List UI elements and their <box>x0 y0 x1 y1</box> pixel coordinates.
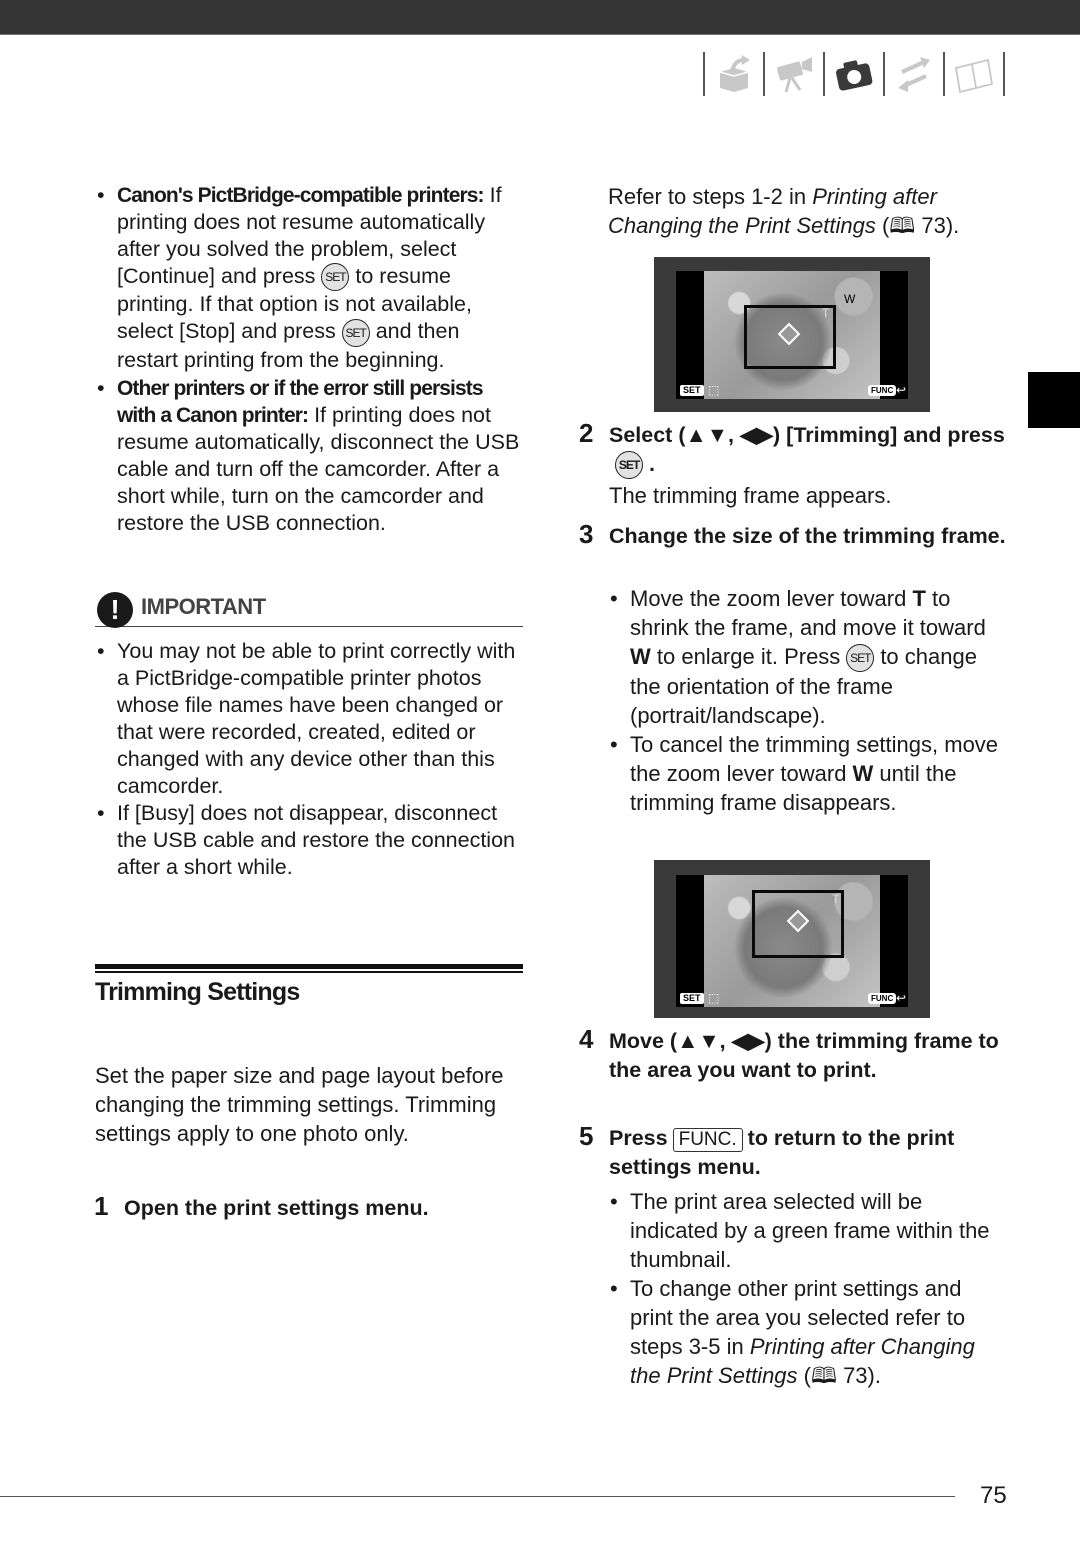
list-item: To cancel the trimming settings, move th… <box>608 730 1008 817</box>
wide-marker: W <box>844 292 856 306</box>
step-2: 2 Select (▲▼, ◀▶) [Trimming] and pressSE… <box>579 419 1009 510</box>
left-column: Canon's PictBridge-compatible printers: … <box>95 182 525 537</box>
section-rule <box>95 971 523 973</box>
lcd-screenshot-2: T SET ⬚ FUNC ↩ <box>654 860 930 1018</box>
step-3: 3 Change the size of the trimming frame. <box>579 519 1006 549</box>
return-icon: ↩ <box>896 991 907 1005</box>
list-item: Canon's PictBridge-compatible printers: … <box>95 182 525 374</box>
orientation-icon: ⬚ <box>708 383 720 397</box>
step-number: 5 <box>579 1121 594 1151</box>
page-number: 75 <box>980 1482 1007 1509</box>
box-arrow-icon[interactable] <box>705 52 763 96</box>
book-icon: 🕮 <box>889 213 916 238</box>
important-list: You may not be able to print correctly w… <box>95 638 525 881</box>
step-1: 1 Open the print settings menu. <box>94 1192 524 1223</box>
orientation-icon: ⬚ <box>708 991 720 1005</box>
list-item: Other printers or if the error still per… <box>95 375 525 537</box>
osd-func-label: FUNC <box>868 993 897 1004</box>
photo-camera-icon[interactable] <box>825 52 883 96</box>
movie-camera-icon[interactable] <box>765 52 823 96</box>
section-rule <box>95 964 523 969</box>
osd-func-label: FUNC <box>868 385 897 396</box>
section-intro: Set the paper size and page layout befor… <box>95 1063 504 1146</box>
osd-set-label: SET <box>680 993 704 1004</box>
chapter-nav <box>703 52 1005 96</box>
set-button-icon: SET <box>341 318 370 347</box>
step-description: The trimming frame appears. <box>609 483 892 509</box>
chapter-tab-marker <box>1028 372 1080 428</box>
tele-marker: T <box>822 306 830 320</box>
important-label: IMPORTANT <box>141 594 266 619</box>
set-button-icon: SET <box>846 644 875 673</box>
exclamation-icon: ! <box>97 592 133 628</box>
return-icon: ↩ <box>896 383 907 397</box>
step-text: Open the print settings menu. <box>124 1196 429 1220</box>
book-icon: 🕮 <box>811 1363 837 1388</box>
transfer-arrows-icon[interactable] <box>885 52 943 96</box>
list-item: If [Busy] does not disappear, disconnect… <box>95 800 525 881</box>
set-button-icon: SET <box>615 451 643 480</box>
tele-marker: T <box>832 892 840 906</box>
step-number: 2 <box>579 418 594 448</box>
func-button-icon: FUNC. <box>672 1128 743 1152</box>
lcd-screenshot-1: W T SET ⬚ FUNC ↩ <box>654 257 930 412</box>
step-number: 4 <box>579 1024 594 1054</box>
section-title: Trimming Settings <box>95 978 300 1006</box>
header-bar <box>0 0 1080 35</box>
osd-set-label: SET <box>680 385 704 396</box>
footer-rule <box>0 1496 955 1497</box>
step-number: 3 <box>579 519 594 549</box>
step-number: 1 <box>94 1191 109 1221</box>
set-button-icon: SET <box>321 263 350 292</box>
open-book-icon[interactable] <box>945 52 1003 96</box>
refer-text: Refer to steps 1-2 in Printing after Cha… <box>608 184 960 238</box>
step-4: 4 Move (▲▼, ◀▶) the trimming frame to th… <box>579 1024 999 1083</box>
bullet-heading: Canon's PictBridge-compatible printers: <box>117 184 485 207</box>
list-item: Move the zoom lever toward T to shrink t… <box>608 584 1008 730</box>
list-item: You may not be able to print correctly w… <box>95 638 525 800</box>
step-5-notes: The print area selected will be indicate… <box>608 1187 1008 1390</box>
nav-separator <box>1003 52 1005 96</box>
list-item: To change other print settings and print… <box>608 1274 1008 1390</box>
step-3-notes: Move the zoom lever toward T to shrink t… <box>608 584 1008 817</box>
list-item: The print area selected will be indicate… <box>608 1187 1008 1274</box>
step-5: 5 Press FUNC. to return to the print setti… <box>579 1121 955 1180</box>
important-callout-header: ! IMPORTANT <box>95 590 523 628</box>
